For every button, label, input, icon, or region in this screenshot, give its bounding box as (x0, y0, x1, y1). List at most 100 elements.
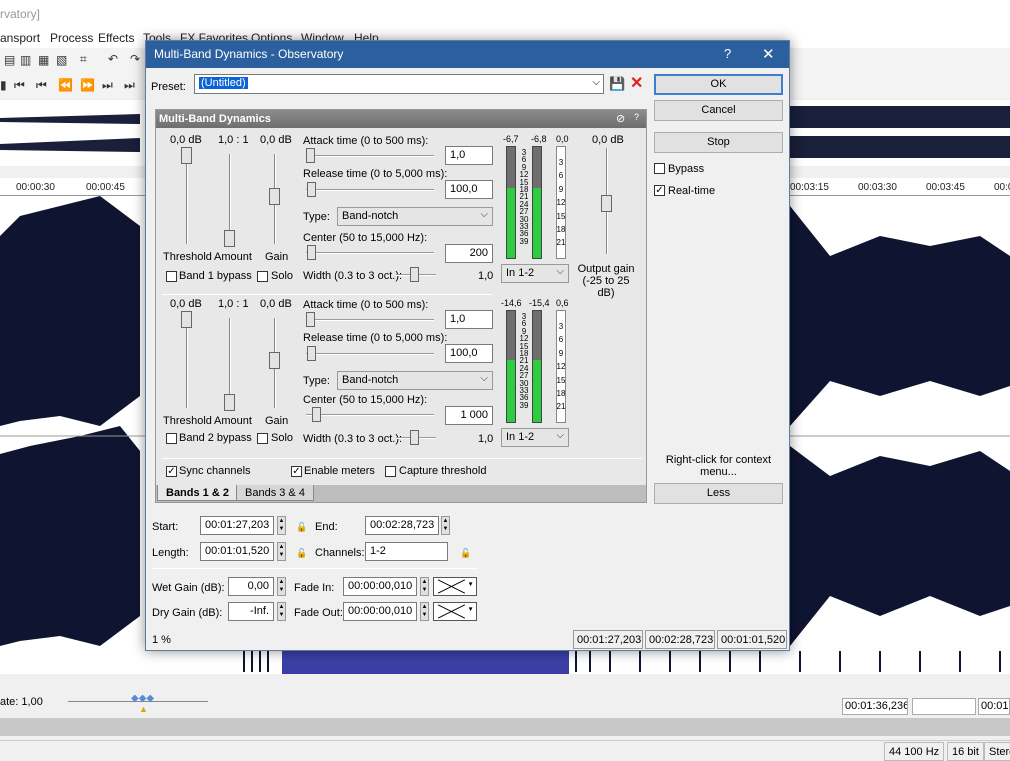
save-preset-icon[interactable]: 💾 (609, 76, 625, 92)
realtime-checkbox[interactable]: ✓ (654, 185, 665, 196)
band1-type-select[interactable]: Band-notch ⌵ (337, 207, 493, 226)
go-start-icon[interactable]: ⏮ (14, 78, 25, 93)
band1-type-label: Type: (303, 211, 330, 223)
band2-attack-input[interactable]: 1,0 (445, 310, 493, 329)
band1-gain-slider[interactable] (269, 188, 280, 205)
band1-threshold-slider[interactable] (181, 147, 192, 164)
lock-icon[interactable]: 🔓 (460, 548, 471, 559)
band2-width-slider[interactable] (410, 430, 419, 445)
selection-field[interactable] (912, 698, 976, 715)
multiband-dynamics-dialog: Multi-Band Dynamics - Observatory ? ✕ Pr… (145, 40, 790, 651)
redo-icon[interactable]: ↷ (130, 52, 140, 66)
lock-icon[interactable]: 🔓 (296, 522, 307, 533)
menu-effects[interactable]: Effects (98, 31, 134, 45)
paste-mix-icon[interactable]: ▦ (38, 53, 49, 67)
channels-input[interactable]: 1-2 (365, 542, 448, 561)
band1-release-slider[interactable] (307, 182, 316, 197)
output-gain-slider[interactable] (601, 195, 612, 212)
band2-center-input[interactable]: 1 000 (445, 406, 493, 425)
help-button[interactable]: ? (724, 46, 731, 61)
menu-process[interactable]: Process (50, 31, 93, 45)
tab-bands-1-2[interactable]: Bands 1 & 2 (157, 485, 238, 501)
paste-special-icon[interactable]: ▧ (56, 53, 67, 67)
capture-threshold-checkbox[interactable] (385, 466, 396, 477)
realtime-label: Real-time (668, 185, 716, 197)
tab-bands-3-4[interactable]: Bands 3 & 4 (236, 485, 314, 501)
fade-in-input[interactable]: 00:00:00,010 (343, 577, 417, 596)
band2-solo-checkbox[interactable] (257, 433, 268, 444)
band1-bypass-checkbox[interactable] (166, 271, 177, 282)
band1-gain-peak: 0,0 (556, 134, 569, 144)
band2-route-select[interactable]: In 1-2 ⌵ (501, 428, 569, 447)
cursor-position-field[interactable]: 00:01:36,236 (842, 698, 908, 715)
stop-button[interactable]: Stop (654, 132, 783, 153)
band1-attack-slider[interactable] (306, 148, 315, 163)
band1-width-slider[interactable] (410, 267, 419, 282)
end-spinner[interactable]: ▲ ▼ (441, 516, 450, 535)
paste-icon[interactable]: ▤ (4, 53, 15, 67)
band1-release-input[interactable]: 100,0 (445, 180, 493, 199)
forward-icon[interactable]: ⏩ (80, 78, 95, 92)
prev-marker-icon[interactable]: ⏮ (36, 78, 47, 93)
rewind-icon[interactable]: ⏪ (58, 78, 73, 92)
close-button[interactable]: ✕ (762, 45, 775, 63)
delete-preset-icon[interactable]: ✕ (630, 73, 643, 93)
band2-type-select[interactable]: Band-notch ⌵ (337, 371, 493, 390)
band2-center-slider[interactable] (312, 407, 321, 422)
less-button[interactable]: Less (654, 483, 783, 504)
band2-release-track (306, 353, 434, 355)
band1-attack-input[interactable]: 1,0 (445, 146, 493, 165)
bypass-fx-icon[interactable]: ⊘ (616, 112, 625, 125)
wet-gain-spinner[interactable]: ▲ ▼ (277, 577, 286, 596)
band1-solo-checkbox[interactable] (257, 271, 268, 282)
band2-bypass-checkbox[interactable] (166, 433, 177, 444)
band1-center-input[interactable]: 200 (445, 244, 493, 263)
band2-type-value: Band-notch (342, 374, 399, 386)
band2-amount-slider[interactable] (224, 394, 235, 411)
copy-icon[interactable]: ▥ (20, 53, 31, 67)
band1-amount-slider[interactable] (224, 230, 235, 247)
rate-slider-handle[interactable]: ◆◆◆ (131, 693, 154, 704)
band2-threshold-slider[interactable] (181, 311, 192, 328)
bypass-checkbox[interactable] (654, 163, 665, 174)
fade-in-spinner[interactable]: ▲ ▼ (420, 577, 429, 596)
go-end-icon[interactable]: ⏭ (124, 78, 135, 93)
length-field[interactable]: 00:01 (978, 698, 1010, 715)
band1-route-select[interactable]: In 1-2 ⌵ (501, 264, 569, 283)
svg-text:▼: ▼ (468, 581, 474, 588)
stop-icon[interactable]: ▮ (0, 78, 7, 92)
fade-out-spinner[interactable]: ▲ ▼ (420, 602, 429, 621)
fade-out-curve-icon[interactable]: ▼ (433, 602, 477, 621)
band2-attack-slider[interactable] (306, 312, 315, 327)
menu-transport[interactable]: ansport (0, 31, 40, 45)
band2-gain-value: 0,0 dB (260, 298, 292, 310)
band1-center-slider[interactable] (307, 245, 316, 260)
dialog-title-bar[interactable]: Multi-Band Dynamics - Observatory ? ✕ (146, 41, 789, 68)
dry-gain-spinner[interactable]: ▲ ▼ (277, 602, 286, 621)
fade-in-curve-icon[interactable]: ▼ (433, 577, 477, 596)
wet-gain-input[interactable]: 0,00 (228, 577, 274, 596)
band1-center-label: Center (50 to 15,000 Hz): (303, 232, 428, 244)
band2-release-input[interactable]: 100,0 (445, 344, 493, 363)
lock-icon[interactable]: 🔓 (296, 548, 307, 559)
horizontal-scrollbar[interactable] (0, 718, 1010, 736)
band2-release-slider[interactable] (307, 346, 316, 361)
band2-gain-slider[interactable] (269, 352, 280, 369)
length-spinner[interactable]: ▲ ▼ (277, 542, 286, 561)
preset-dropdown[interactable]: (Untitled) ⌵ (194, 74, 604, 94)
undo-icon[interactable]: ↶ (108, 52, 118, 66)
cancel-button[interactable]: Cancel (654, 100, 783, 121)
next-marker-icon[interactable]: ⏭ (102, 78, 113, 93)
sync-channels-checkbox[interactable]: ✓ (166, 466, 177, 477)
start-input[interactable]: 00:01:27,203 (200, 516, 274, 535)
plugin-help-icon[interactable]: ? (634, 112, 639, 122)
fade-out-input[interactable]: 00:00:00,010 (343, 602, 417, 621)
start-spinner[interactable]: ▲ ▼ (277, 516, 286, 535)
end-input[interactable]: 00:02:28,723 (365, 516, 439, 535)
length-input[interactable]: 00:01:01,520 (200, 542, 274, 561)
crop-icon[interactable]: ⌗ (80, 52, 87, 67)
enable-meters-checkbox[interactable]: ✓ (291, 466, 302, 477)
band2-gain-label: Gain (265, 415, 289, 427)
ok-button[interactable]: OK (654, 74, 783, 95)
dry-gain-input[interactable]: -Inf. (228, 602, 274, 621)
